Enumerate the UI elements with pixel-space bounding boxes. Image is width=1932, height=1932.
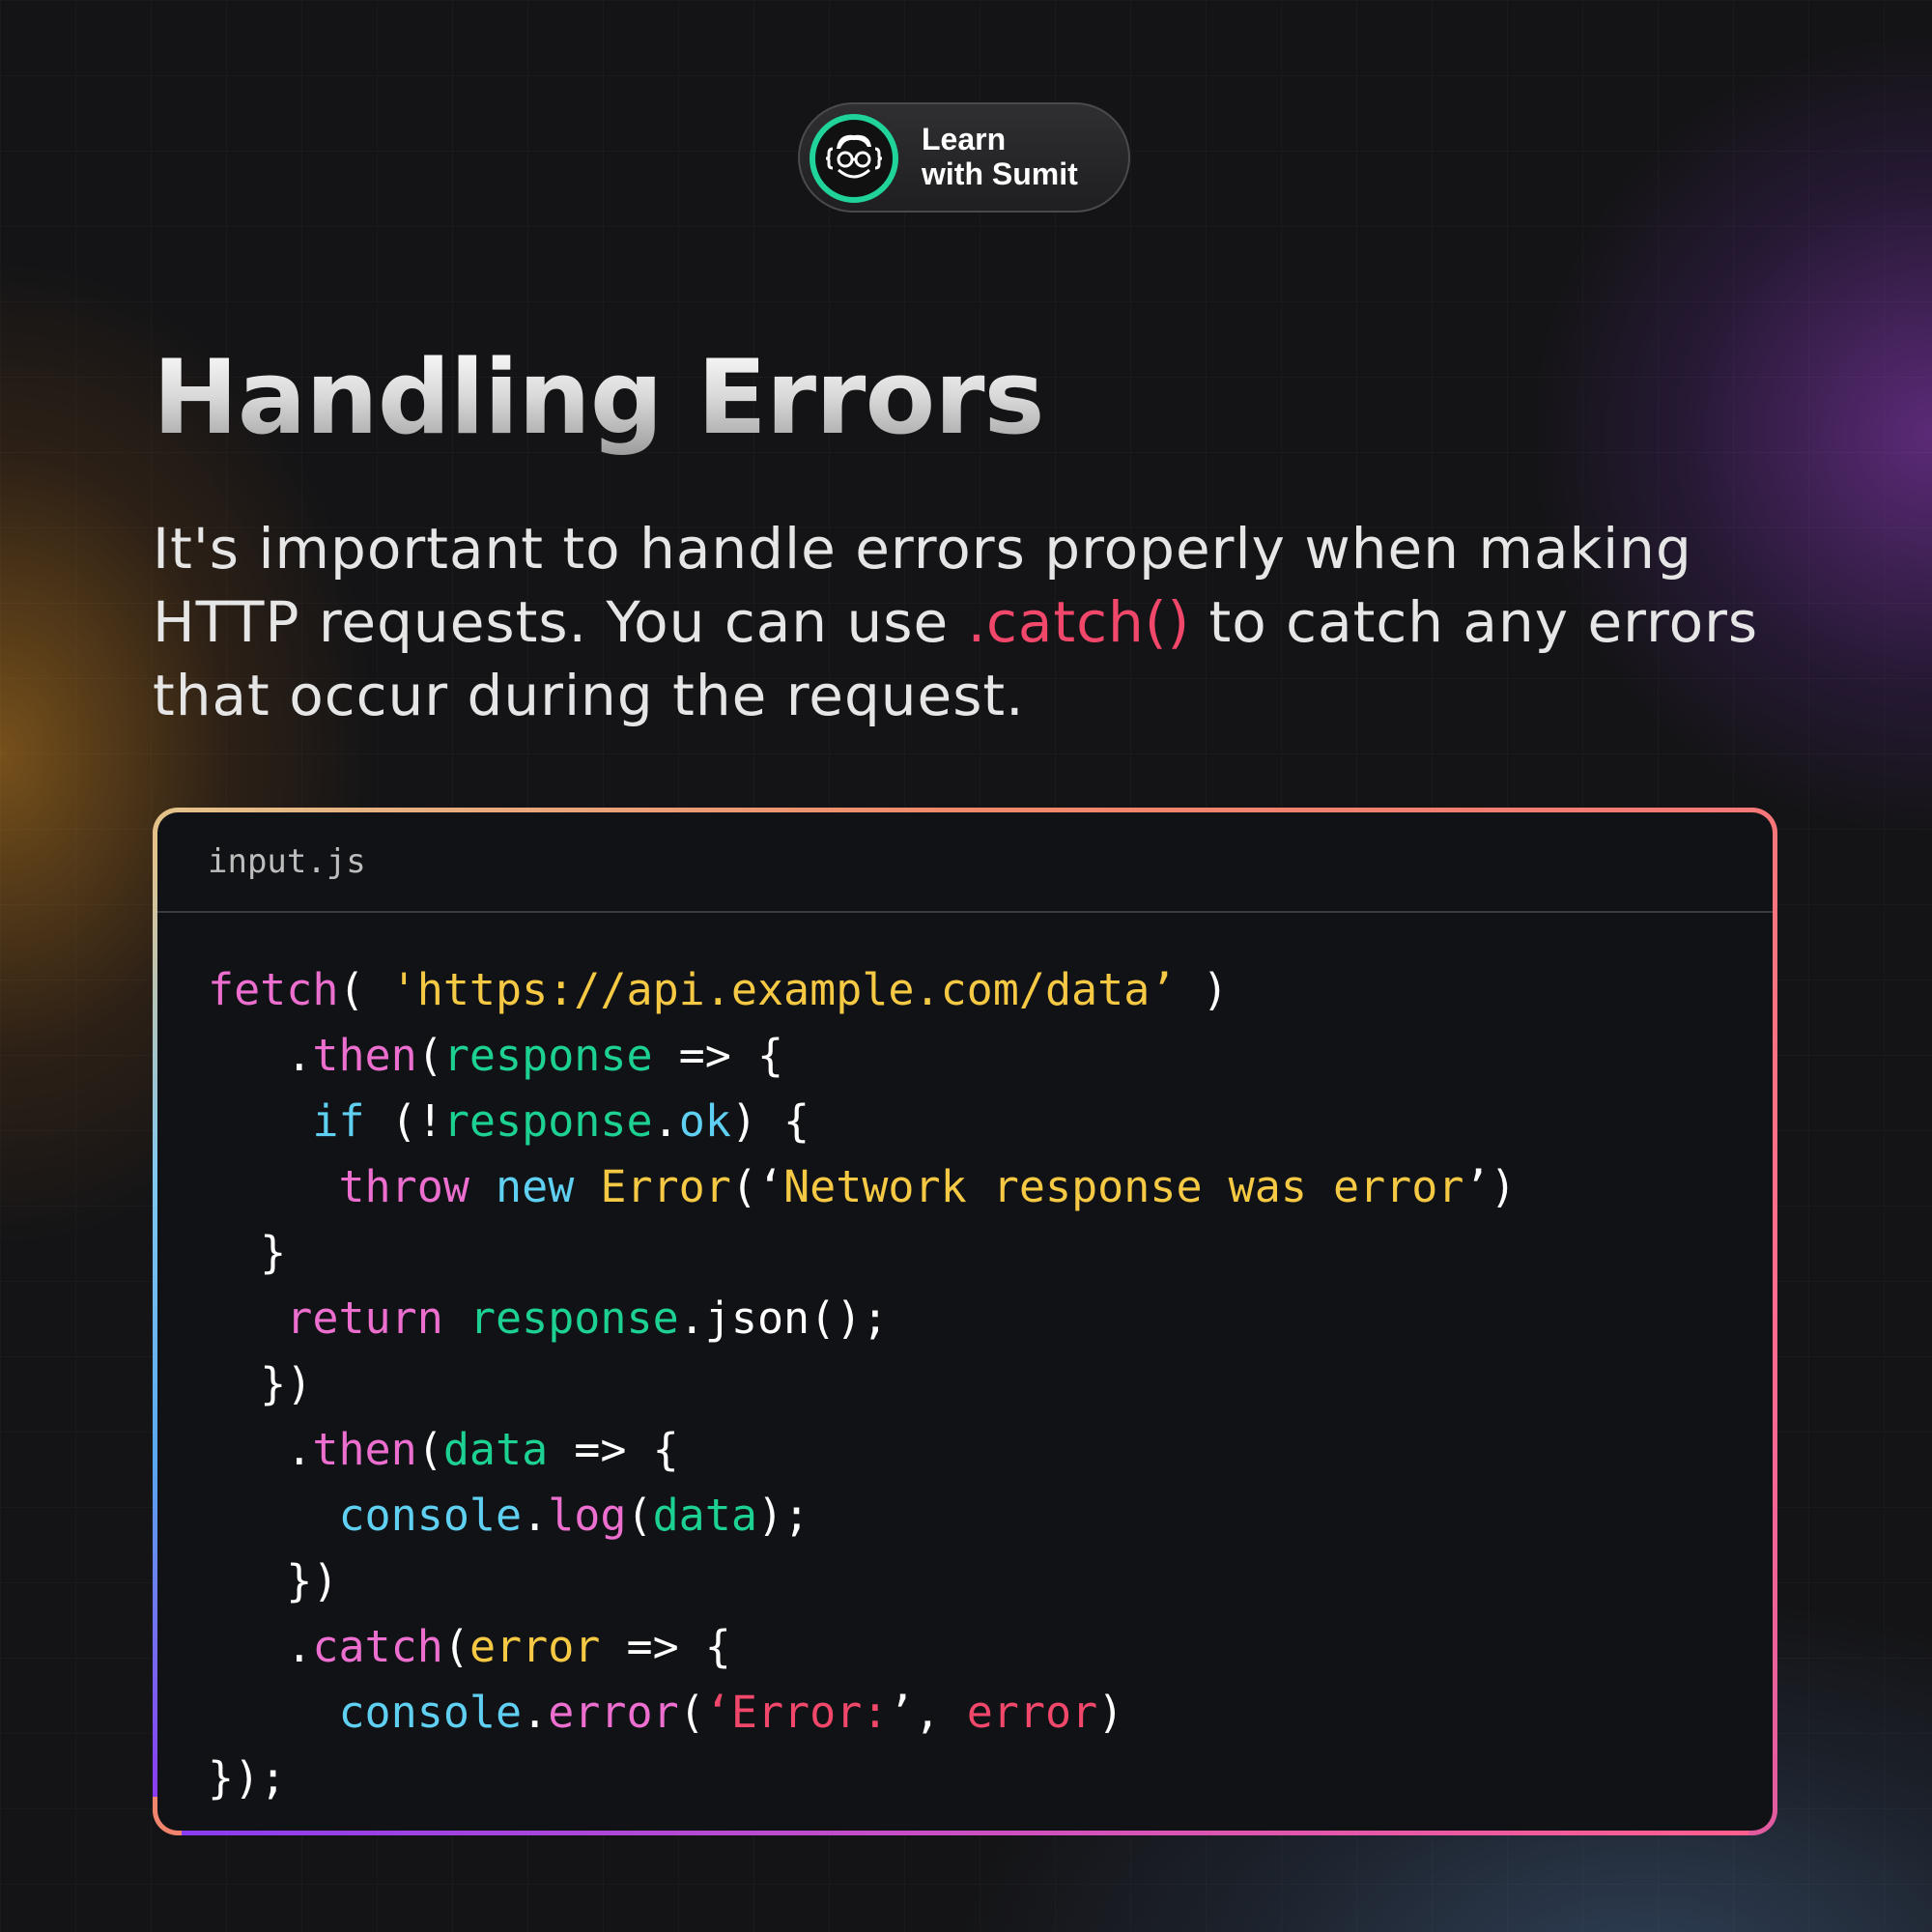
- brand-logo: Learn with Sumit: [798, 102, 1130, 213]
- code-line: .catch(error => {: [208, 1614, 1517, 1680]
- code-token: ’): [1463, 1161, 1517, 1212]
- code-token: });: [208, 1752, 287, 1804]
- code-token: (: [678, 1687, 705, 1738]
- code-token: error: [966, 1687, 1098, 1738]
- code-token: console: [338, 1687, 523, 1738]
- code-token: .: [208, 1424, 313, 1475]
- code-token: ): [1097, 1687, 1124, 1738]
- code-token: .: [652, 1095, 679, 1147]
- code-token: 'https://api.example.com/data’: [390, 964, 1177, 1015]
- catch-highlight: .catch(): [967, 589, 1191, 655]
- code-token: response: [469, 1293, 679, 1344]
- code-token: );: [756, 1490, 810, 1541]
- description-line-2-end: to catch any errors: [1190, 589, 1759, 655]
- code-token: Error: [600, 1161, 731, 1212]
- code-line: return response.json();: [208, 1286, 1517, 1351]
- code-token: ‘Error:: [704, 1687, 889, 1738]
- code-token: error: [469, 1621, 601, 1672]
- code-token: (: [626, 1490, 653, 1541]
- code-token: .: [522, 1490, 549, 1541]
- code-line: console.error(‘Error:’, error): [208, 1680, 1517, 1746]
- code-token: ): [1176, 964, 1229, 1015]
- code-line: }): [208, 1548, 1517, 1614]
- code-token: }): [208, 1358, 313, 1409]
- code-token: error: [548, 1687, 679, 1738]
- code-token: (‘: [730, 1161, 784, 1212]
- description: It's important to handle errors properly…: [153, 512, 1795, 732]
- brand-name: Learn with Sumit: [922, 122, 1078, 191]
- code-token: data: [652, 1490, 757, 1541]
- filename: input.js: [208, 842, 366, 881]
- code-token: if: [312, 1095, 365, 1147]
- code-card: input.js fetch( 'https://api.example.com…: [153, 808, 1777, 1835]
- code-card-body: input.js fetch( 'https://api.example.com…: [157, 812, 1773, 1831]
- code-token: return: [286, 1293, 443, 1344]
- code-token: console: [338, 1490, 523, 1541]
- description-line-2-start: HTTP requests. You can use: [153, 589, 968, 655]
- code-token: }: [208, 1227, 287, 1278]
- code-token: (!: [364, 1095, 443, 1147]
- code-token: ’,: [888, 1687, 967, 1738]
- code-token: .: [522, 1687, 549, 1738]
- code-token: }): [208, 1555, 339, 1606]
- code-token: => {: [600, 1621, 731, 1672]
- code-token: (: [416, 1030, 443, 1081]
- code-token: catch: [312, 1621, 443, 1672]
- code-token: .: [208, 1621, 313, 1672]
- code-token: response: [442, 1095, 653, 1147]
- page-title: Handling Errors: [153, 338, 1045, 457]
- code-token: => {: [548, 1424, 679, 1475]
- code-token: => {: [652, 1030, 784, 1081]
- code-token: throw: [338, 1161, 469, 1212]
- code-token: response: [442, 1030, 653, 1081]
- code-token: log: [548, 1490, 627, 1541]
- code-line: }): [208, 1351, 1517, 1417]
- code-token: ok: [678, 1095, 731, 1147]
- code-line: if (!response.ok) {: [208, 1089, 1517, 1154]
- code-token: (: [442, 1621, 469, 1672]
- brand-line-1: Learn: [922, 122, 1007, 156]
- description-line-3: that occur during the request.: [153, 663, 1025, 728]
- code-block: fetch( 'https://api.example.com/data’ ) …: [208, 957, 1517, 1811]
- code-line: }: [208, 1220, 1517, 1286]
- description-line-1: It's important to handle errors properly…: [153, 516, 1692, 582]
- code-token: ) {: [730, 1095, 810, 1147]
- code-token: new: [496, 1161, 575, 1212]
- coder-avatar-icon: [810, 114, 898, 203]
- code-token: (: [338, 964, 391, 1015]
- code-line: .then(data => {: [208, 1417, 1517, 1483]
- code-card-header: input.js: [157, 812, 1773, 913]
- code-line: .then(response => {: [208, 1023, 1517, 1089]
- code-token: Network response was error: [783, 1161, 1464, 1212]
- brand-line-2: with Sumit: [922, 156, 1078, 191]
- code-token: .: [208, 1030, 313, 1081]
- code-token: data: [442, 1424, 549, 1475]
- code-token: (: [416, 1424, 443, 1475]
- description-line-2: HTTP requests. You can use .catch() to c…: [153, 585, 1795, 659]
- code-line: });: [208, 1746, 1517, 1811]
- code-token: then: [312, 1030, 417, 1081]
- code-line: console.log(data);: [208, 1483, 1517, 1548]
- code-line: fetch( 'https://api.example.com/data’ ): [208, 957, 1517, 1023]
- code-line: throw new Error(‘Network response was er…: [208, 1154, 1517, 1220]
- code-token: fetch: [208, 964, 339, 1015]
- code-token: then: [312, 1424, 417, 1475]
- code-token: .json();: [678, 1293, 889, 1344]
